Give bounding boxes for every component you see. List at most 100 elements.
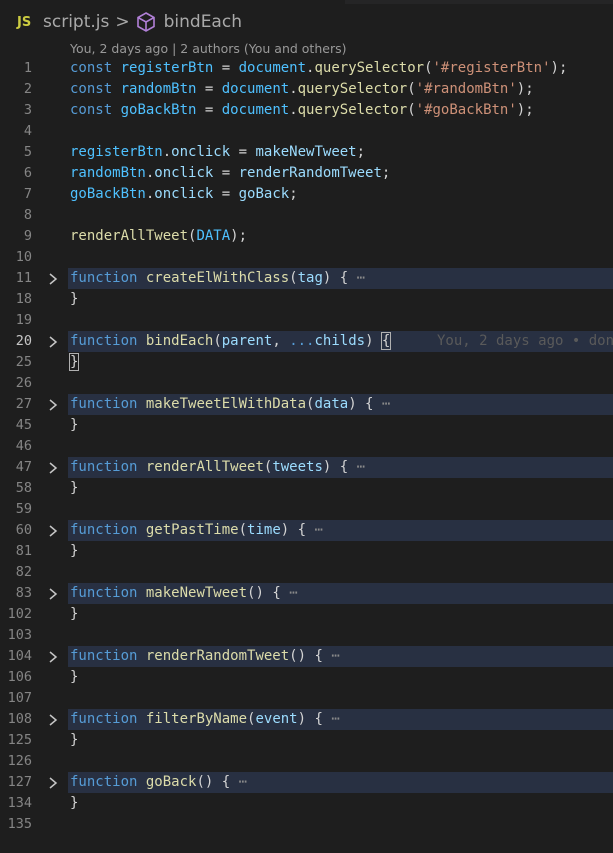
code-line: 126 xyxy=(0,751,613,772)
code-line: 82 xyxy=(0,562,613,583)
fold-ellipsis: ⋯ xyxy=(381,396,391,412)
chevron-right-icon[interactable] xyxy=(48,709,60,730)
line-number: 7 xyxy=(23,186,32,202)
code-line: 103 xyxy=(0,625,613,646)
code-text: const randomBtn = document.querySelector… xyxy=(70,81,534,97)
code-line: 5 registerBtn.onclick = makeNewTweet; xyxy=(0,142,613,163)
code-line: 2 const randomBtn = document.querySelect… xyxy=(0,79,613,100)
code-text: randomBtn.onclick = renderRandomTweet; xyxy=(70,165,391,181)
line-number: 45 xyxy=(15,417,32,433)
javascript-file-icon: JS xyxy=(17,14,32,30)
line-number: 8 xyxy=(23,207,32,223)
code-line: 135 xyxy=(0,814,613,835)
code-text: const goBackBtn = document.querySelector… xyxy=(70,102,534,118)
line-number: 106 xyxy=(7,669,32,685)
line-number: 3 xyxy=(23,102,32,118)
line-number: 5 xyxy=(23,144,32,160)
method-cube-icon xyxy=(136,11,156,33)
chevron-right-icon[interactable] xyxy=(48,268,60,289)
code-line: 3 const goBackBtn = document.querySelect… xyxy=(0,100,613,121)
chevron-right-icon[interactable] xyxy=(48,646,60,667)
line-number: 6 xyxy=(23,165,32,181)
line-number: 126 xyxy=(7,753,32,769)
chevron-right-icon[interactable] xyxy=(48,583,60,604)
code-line: 4 xyxy=(0,121,613,142)
line-number: 59 xyxy=(15,501,32,517)
chevron-right-icon[interactable] xyxy=(48,772,60,793)
chevron-right-icon[interactable] xyxy=(48,331,60,352)
line-number: 83 xyxy=(15,585,32,601)
code-text: function createElWithClass(tag) { ⋯ xyxy=(70,270,366,286)
code-line: 25 } xyxy=(0,352,613,373)
code-line: 58 } xyxy=(0,478,613,499)
line-number: 58 xyxy=(15,480,32,496)
code-line: 59 xyxy=(0,499,613,520)
line-number: 103 xyxy=(7,627,32,643)
line-number: 107 xyxy=(7,690,32,706)
code-line: 18 } xyxy=(0,289,613,310)
line-number: 104 xyxy=(7,648,32,664)
code-line: 1 const registerBtn = document.querySele… xyxy=(0,58,613,79)
editor-window: JS script.js > bindEach You, 2 days ago … xyxy=(0,0,613,853)
fold-ellipsis: ⋯ xyxy=(289,585,298,601)
code-line: 9 renderAllTweet(DATA); xyxy=(0,226,613,247)
line-number: 25 xyxy=(15,354,32,370)
line-number: 10 xyxy=(15,249,32,265)
code-line: 8 xyxy=(0,205,613,226)
fold-ellipsis: ⋯ xyxy=(331,711,340,727)
line-number: 18 xyxy=(15,291,32,307)
code-text: registerBtn.onclick = makeNewTweet; xyxy=(70,144,366,160)
line-number: 134 xyxy=(7,795,32,811)
chevron-right-icon[interactable] xyxy=(48,457,60,478)
fold-ellipsis: ⋯ xyxy=(331,648,340,664)
code-line: 134 } xyxy=(0,793,613,814)
line-number: 135 xyxy=(7,816,32,832)
line-number: 20 xyxy=(15,333,32,349)
code-text: renderAllTweet(DATA); xyxy=(70,228,248,244)
folded-function-line: 27 function makeTweetElWithData(data) { … xyxy=(0,394,613,415)
code-text: function getPastTime(time) { ⋯ xyxy=(70,522,323,538)
code-editor[interactable]: 1 const registerBtn = document.querySele… xyxy=(0,58,613,835)
line-number: 60 xyxy=(15,522,32,538)
code-line: 81 } xyxy=(0,541,613,562)
fold-ellipsis: ⋯ xyxy=(314,522,323,538)
matched-bracket: { xyxy=(380,332,392,350)
folded-function-line: 20 function bindEach(parent, ...childs) … xyxy=(0,331,613,352)
code-text: function makeTweetElWithData(data) { ⋯ xyxy=(70,396,391,412)
code-text: } xyxy=(70,606,79,622)
code-text: } xyxy=(70,543,79,559)
code-text: function bindEach(parent, ...childs) { xyxy=(70,332,392,350)
code-text: function filterByName(event) { ⋯ xyxy=(70,711,340,727)
line-number: 27 xyxy=(15,396,32,412)
fold-ellipsis: ⋯ xyxy=(356,459,366,475)
code-line: 26 xyxy=(0,373,613,394)
code-text: } xyxy=(68,352,80,373)
folded-function-line: 47 function renderAllTweet(tweets) { ⋯ xyxy=(0,457,613,478)
fold-ellipsis: ⋯ xyxy=(356,270,366,286)
code-line: 125 } xyxy=(0,730,613,751)
code-text: const registerBtn = document.querySelect… xyxy=(70,60,568,76)
chevron-right-icon[interactable] xyxy=(48,520,60,541)
breadcrumb-symbol[interactable]: bindEach xyxy=(164,12,242,32)
line-number: 127 xyxy=(7,774,32,790)
code-line: 10 xyxy=(0,247,613,268)
code-text: } xyxy=(70,417,79,433)
code-line: 19 xyxy=(0,310,613,331)
line-number: 26 xyxy=(15,375,32,391)
folded-function-line: 60 function getPastTime(time) { ⋯ xyxy=(0,520,613,541)
code-text: function makeNewTweet() { ⋯ xyxy=(70,585,298,601)
code-line: 6 randomBtn.onclick = renderRandomTweet; xyxy=(0,163,613,184)
line-number: 102 xyxy=(7,606,32,622)
tab-strip-segment xyxy=(345,0,613,4)
code-line: 7 goBackBtn.onclick = goBack; xyxy=(0,184,613,205)
fold-ellipsis: ⋯ xyxy=(238,774,248,790)
chevron-right-icon: > xyxy=(115,12,130,32)
line-number: 47 xyxy=(15,459,32,475)
code-text: } xyxy=(70,291,79,307)
codelens-blame[interactable]: You, 2 days ago | 2 authors (You and oth… xyxy=(70,41,346,56)
chevron-right-icon[interactable] xyxy=(48,394,60,415)
matched-bracket: } xyxy=(68,353,80,371)
folded-function-line: 108 function filterByName(event) { ⋯ xyxy=(0,709,613,730)
code-line: 102 } xyxy=(0,604,613,625)
breadcrumb-file[interactable]: script.js xyxy=(43,12,109,32)
